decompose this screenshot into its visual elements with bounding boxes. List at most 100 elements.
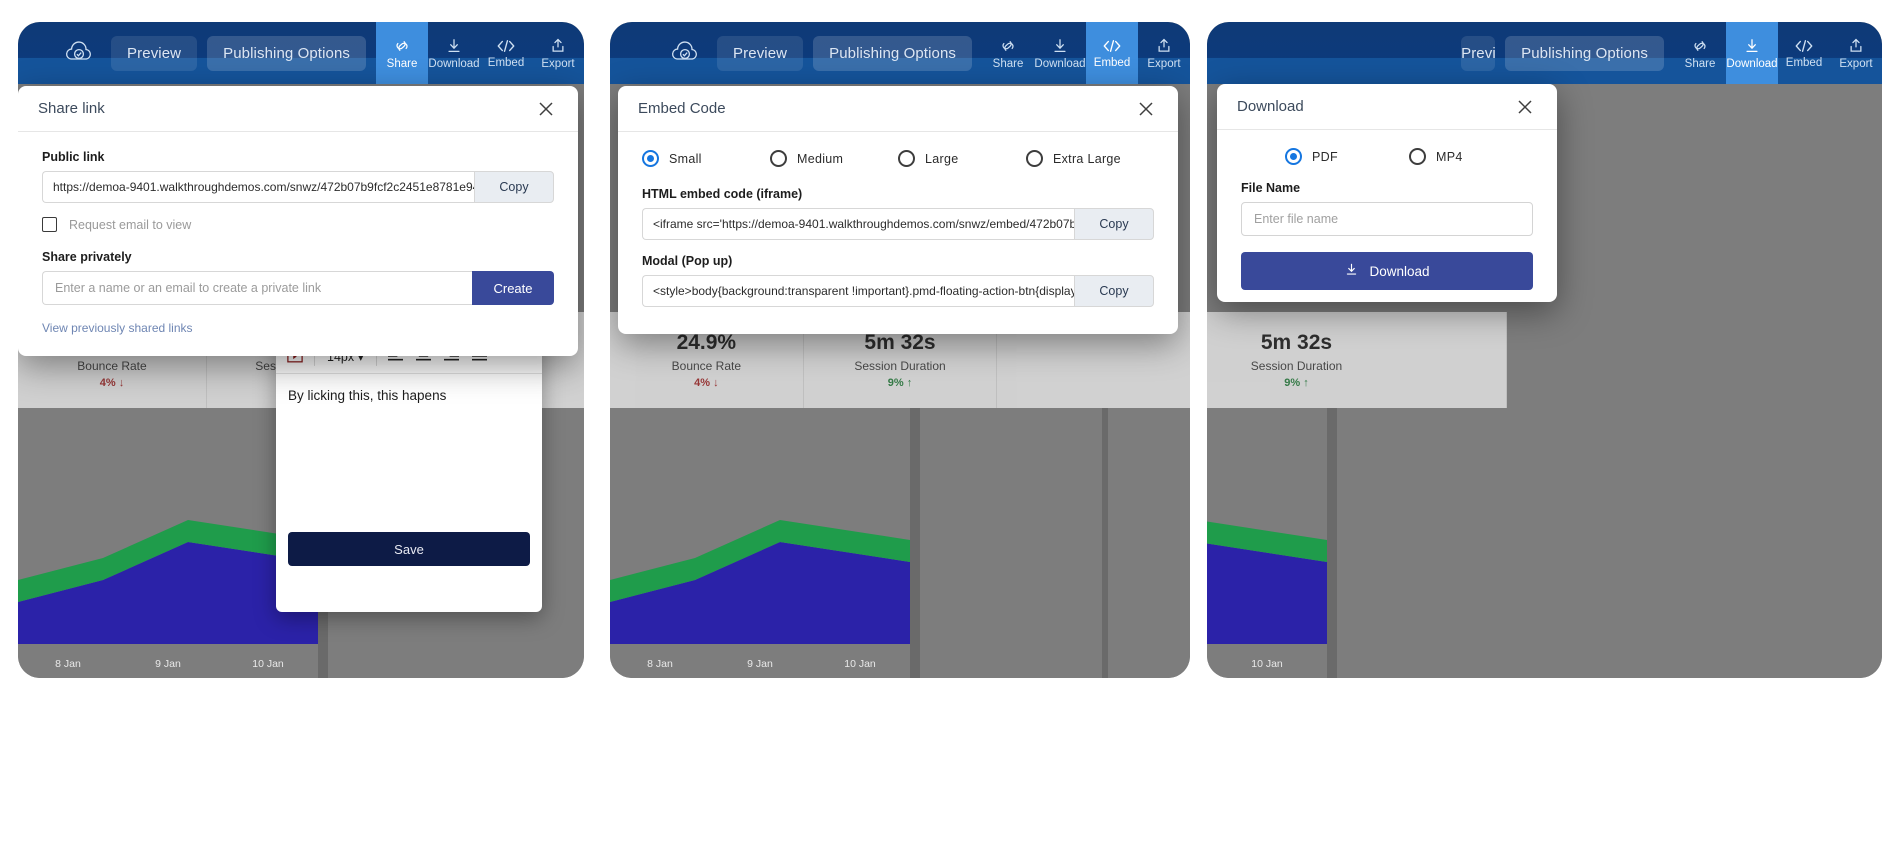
tool-download[interactable]: Download (1726, 22, 1778, 84)
tool-share[interactable]: Share (1674, 22, 1726, 84)
request-email-checkbox[interactable] (42, 217, 57, 232)
share-link-icon (1691, 37, 1709, 55)
radio-option-small[interactable]: Small (642, 150, 770, 167)
dialog-title: Embed Code (638, 100, 726, 117)
download-arrow-icon (445, 37, 463, 55)
area-chart-svg (1207, 521, 1327, 644)
download-button[interactable]: Download (1241, 252, 1533, 290)
share-link-dialog: Share link Public link https://demoa-940… (18, 86, 578, 356)
tool-share-label: Share (386, 57, 418, 70)
publishing-options-button[interactable]: Publishing Options (1505, 35, 1664, 71)
tool-embed[interactable]: Embed (480, 22, 532, 84)
kpi-value: 24.9% (676, 331, 737, 354)
editor-content[interactable]: By licking this, this hapens (276, 374, 542, 524)
panel-download: Preview Publishing Options Share (1207, 22, 1882, 678)
download-dialog: Download PDF MP4 File Name Enter file na… (1217, 84, 1557, 302)
export-upload-icon (1155, 37, 1173, 55)
radio-label: Extra Large (1053, 151, 1121, 166)
kpi-value: 5m 32s (864, 331, 936, 354)
public-link-input[interactable]: https://demoa-9401.walkthroughdemos.com/… (42, 171, 474, 203)
radio-indicator[interactable] (642, 150, 659, 167)
rich-text-editor[interactable]: ↶ B I ≡ ≣ ▾ ■ (276, 314, 542, 612)
area-chart-svg (610, 520, 910, 644)
preview-button-partial[interactable]: Preview (1461, 35, 1496, 71)
view-previous-links[interactable]: View previously shared links (42, 321, 554, 335)
tool-export[interactable]: Export (532, 22, 584, 84)
close-icon[interactable] (534, 97, 558, 121)
dialog-header: Embed Code (618, 86, 1178, 132)
copy-iframe-button[interactable]: Copy (1074, 208, 1154, 240)
radio-option-extra-large[interactable]: Extra Large (1026, 150, 1154, 167)
dialog-header: Share link (18, 86, 578, 132)
private-link-input[interactable]: Enter a name or an email to create a pri… (42, 271, 472, 305)
embed-size-radio-group: Small Medium Large Extra Large (642, 150, 1154, 167)
tool-download[interactable]: Download (428, 22, 480, 84)
tool-download-label: Download (1726, 57, 1778, 70)
radio-indicator[interactable] (1026, 150, 1043, 167)
x-tick: 9 Jan (155, 658, 181, 670)
area-chart-svg (18, 520, 318, 644)
modal-code-input[interactable]: <style>body{background:transparent !impo… (642, 275, 1074, 307)
app-toolbar-3: Preview Publishing Options Share (1207, 22, 1882, 84)
preview-button[interactable]: Preview (111, 35, 198, 71)
tool-export[interactable]: Export (1138, 22, 1190, 84)
kpi-value: 5m 32s (1260, 331, 1333, 354)
tool-embed-label: Embed (1785, 56, 1823, 69)
tool-share[interactable]: Share (376, 22, 428, 84)
tool-embed-label: Embed (1093, 56, 1131, 69)
panel-share: Preview Publishing Options Share Downloa… (18, 22, 584, 678)
dialog-title: Share link (38, 100, 105, 117)
publishing-options-button[interactable]: Publishing Options (813, 35, 972, 71)
radio-indicator[interactable] (770, 150, 787, 167)
radio-label: Medium (797, 151, 844, 166)
x-tick: 9 Jan (747, 658, 773, 670)
kpi-delta: 9% ↑ (1284, 377, 1309, 389)
radio-option-large[interactable]: Large (898, 150, 1026, 167)
tool-embed-label: Embed (487, 56, 525, 69)
share-link-icon (393, 37, 411, 55)
tool-download[interactable]: Download (1034, 22, 1086, 84)
x-tick: 10 Jan (844, 658, 876, 670)
radio-indicator[interactable] (1409, 148, 1426, 165)
tool-embed[interactable]: Embed (1086, 22, 1138, 84)
radio-label: Small (669, 151, 702, 166)
chart-x-axis: 8 Jan 9 Jan 10 Jan (18, 658, 318, 670)
tool-download-label: Download (1034, 57, 1086, 70)
kpi-strip: 5m 32s Session Duration 9% ↑ (1207, 312, 1507, 408)
radio-label: PDF (1312, 149, 1338, 164)
tool-export[interactable]: Export (1830, 22, 1882, 84)
copy-public-link-button[interactable]: Copy (474, 171, 554, 203)
modal-code-label: Modal (Pop up) (642, 254, 733, 268)
area-chart: 10 Jan (1207, 408, 1882, 678)
kpi-label: Session Duration (1250, 359, 1343, 373)
public-link-row: https://demoa-9401.walkthroughdemos.com/… (42, 171, 554, 203)
radio-option-mp4[interactable]: MP4 (1409, 148, 1533, 165)
kpi-label: Session Duration (854, 359, 946, 373)
app-toolbar-2: Preview Publishing Options Share Downloa… (610, 22, 1190, 84)
close-icon[interactable] (1134, 97, 1158, 121)
radio-option-pdf[interactable]: PDF (1285, 148, 1409, 165)
copy-modal-button[interactable]: Copy (1074, 275, 1154, 307)
create-button[interactable]: Create (472, 271, 554, 305)
tool-share[interactable]: Share (982, 22, 1034, 84)
tool-embed[interactable]: Embed (1778, 22, 1830, 84)
radio-indicator[interactable] (898, 150, 915, 167)
embed-code-dialog: Embed Code Small Medium Large Extra Larg… (618, 86, 1178, 334)
request-email-row[interactable]: Request email to view (42, 217, 554, 232)
preview-button[interactable]: Preview (717, 35, 804, 71)
area-chart: 8 Jan 9 Jan 10 Jan (610, 408, 1190, 678)
file-name-input[interactable]: Enter file name (1241, 202, 1533, 236)
radio-option-medium[interactable]: Medium (770, 150, 898, 167)
cloud-check-icon (669, 41, 701, 65)
close-icon[interactable] (1513, 95, 1537, 119)
editor-save-button[interactable]: Save (288, 532, 530, 566)
download-button-label: Download (1369, 263, 1430, 279)
publishing-options-button[interactable]: Publishing Options (207, 35, 366, 71)
iframe-code-input[interactable]: <iframe src='https://demoa-9401.walkthro… (642, 208, 1074, 240)
download-arrow-icon (1344, 262, 1359, 280)
radio-indicator[interactable] (1285, 148, 1302, 165)
tool-download-label: Download (428, 57, 480, 70)
share-privately-row: Enter a name or an email to create a pri… (42, 271, 554, 305)
x-tick: 10 Jan (1251, 658, 1283, 670)
tool-export-label: Export (541, 57, 575, 70)
